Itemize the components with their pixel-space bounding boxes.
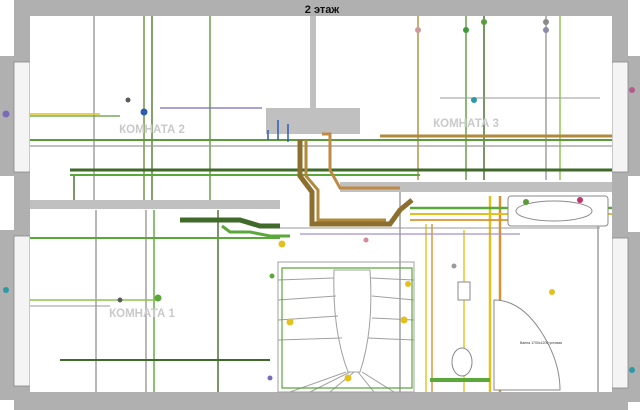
room-label-1: КОМНАТА 1 [109,308,175,320]
device-stair-green [269,273,275,279]
device-right-upper [629,87,635,93]
device-room2-gray [125,97,131,103]
device-left-upper [2,110,10,118]
device-left-lower [3,287,9,293]
device-top-pink [415,27,421,33]
wall-bottom [14,392,626,410]
room-label-2: КОМНАТА 2 [119,124,185,136]
device-center-pink [363,237,369,243]
device-stair-yellow-1 [286,318,294,326]
room-label-3: КОМНАТА 3 [433,118,499,130]
window-left-upper [13,61,31,173]
device-stair-yellow-4 [278,240,286,248]
wall-left-lower-pier [0,230,14,400]
bath-note: Ванна 1700х1200 угловая [520,341,562,345]
device-bath-green [523,199,529,205]
device-stair-purple [267,375,273,381]
device-stair-yellow-2 [400,316,408,324]
window-right-upper [611,61,629,173]
device-top-green [463,27,469,33]
wall-room2-room3-overlay [310,16,316,108]
wall-room2-room1-overlay [30,200,280,209]
device-bath-gray [451,263,457,269]
device-top-gray [543,19,549,25]
wall-center-block-overlay [266,108,360,134]
floor-plan-canvas: 2 этаж КОМНАТА 2 КОМНАТА 3 КОМНАТА 1 Ван… [0,0,640,410]
device-bath-yellow [549,289,555,295]
device-stair-yellow-3 [344,374,352,382]
device-room1-gray [117,297,123,303]
window-left-lower [13,235,31,387]
toilet [451,347,473,377]
wall-right-upper-pier [628,56,640,176]
device-bath-magenta [577,197,583,203]
device-stair-yellow-5 [405,281,411,287]
device-room1-green [154,294,162,302]
device-right-lower [629,367,635,373]
device-room2-blue [140,108,148,116]
window-right-lower [611,237,629,389]
floor-plan: 2 этаж КОМНАТА 2 КОМНАТА 3 КОМНАТА 1 Ван… [0,0,640,410]
device-room3-teal [471,97,477,103]
sink [457,281,471,301]
device-top-gray-2 [543,27,549,33]
wall-right-lower-pier [628,232,640,402]
device-top-green-2 [481,19,487,25]
plan-title: 2 этаж [305,4,340,16]
